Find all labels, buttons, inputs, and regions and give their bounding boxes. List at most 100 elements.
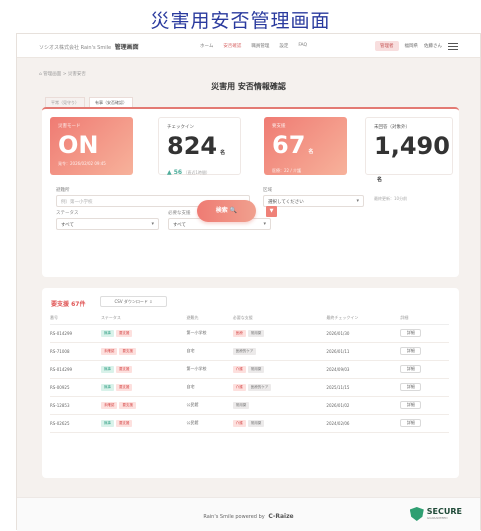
- footer: Rain's Smile powered by C-Raize SECURE G…: [17, 497, 480, 531]
- shelter-cell: 公民館: [186, 396, 233, 415]
- detail-button[interactable]: 詳細: [400, 347, 422, 355]
- kpi-unit: 名: [220, 150, 226, 156]
- unanswered-card: 未回答（対象外） 1,490 名 最終更新：10分前: [365, 117, 453, 201]
- status-badge: 要支援: [115, 383, 133, 391]
- table-row: RS-014299 無事 要支援 第一小学校 介護 常用薬 2024/09/03 詳…: [50, 360, 449, 379]
- last-checkin-cell: 2026/01/30: [326, 324, 401, 343]
- column-id[interactable]: 番号: [50, 313, 101, 325]
- admin-frame: ソシオス株式会社 Rain's Smile 管理画面 ホーム 安否確認 職員管理…: [16, 33, 481, 531]
- record-id: RS-71008: [50, 342, 101, 361]
- support-badge: 常用薬: [247, 329, 265, 337]
- support-needed-card: 要支援 67 名 医療：22 / 介護: [264, 117, 347, 175]
- record-id: RS-014299: [50, 324, 101, 343]
- shelter-cell: 公民館: [186, 414, 233, 433]
- filter-icon[interactable]: ▼: [266, 206, 277, 217]
- column-detail: 詳細: [400, 313, 449, 325]
- area-select[interactable]: 選択してください: [263, 195, 364, 207]
- checkin-card: チェックイン 824 名 ▲ 56 （直近1時間）: [158, 117, 241, 176]
- last-checkin-cell: 2025/11/15: [326, 378, 401, 397]
- detail-button[interactable]: 詳細: [400, 365, 422, 373]
- detail-button[interactable]: 詳細: [400, 401, 422, 409]
- nav-item-settings[interactable]: 設定: [279, 43, 288, 49]
- area-label: 区域: [263, 188, 272, 193]
- table-row: RS-014299 無事 要支援 第一小学校 医療 常用薬 2026/01/30 詳…: [50, 324, 449, 343]
- screen-caption: 災害用安否管理画面: [150, 10, 331, 32]
- secure-label: SECURE: [426, 507, 462, 516]
- footer-text: Rain's Smile powered by: [203, 514, 265, 520]
- support-badge: 医療的ケア: [232, 347, 257, 355]
- search-button[interactable]: 検索 🔍: [197, 200, 256, 222]
- support-badge: 介護: [232, 383, 246, 391]
- kpi-value: 67: [272, 131, 306, 159]
- status-select[interactable]: すべて: [56, 218, 159, 230]
- kpi-label: チェックイン: [167, 125, 194, 130]
- record-id: RS-00925: [50, 378, 101, 397]
- support-badge: 介護: [232, 365, 246, 373]
- brand-prefix: ソシオス株式会社 Rain's Smile: [39, 45, 112, 51]
- status-badge: 未確認: [100, 401, 118, 409]
- support-table: 番号 ステータス 避難先 必要な支援 最終チェックイン 詳細 RS-014299…: [50, 313, 449, 433]
- brand: ソシオス株式会社 Rain's Smile 管理画面: [39, 42, 139, 51]
- shelter-cell: 自宅: [186, 342, 233, 361]
- nav-item-home[interactable]: ホーム: [200, 43, 213, 49]
- support-label: 必要な支援: [168, 211, 191, 216]
- status-badge: 無事: [100, 365, 114, 373]
- support-badge: 医療的ケア: [247, 383, 272, 391]
- status-badge: 要支援: [115, 365, 133, 373]
- table-row: RS-12853 未確認 要支援 公民館 常用薬 2026/01/02 詳細: [50, 396, 449, 415]
- kpi-unit: 名: [308, 149, 314, 155]
- kpi-label: 要支援: [272, 124, 286, 129]
- nav-item-staff[interactable]: 職員管理: [251, 43, 269, 49]
- column-support[interactable]: 必要な支援: [232, 313, 327, 325]
- secure-badge: SECURE GUARANTEED: [409, 507, 462, 521]
- table-header-row: 番号 ステータス 避難先 必要な支援 最終チェックイン 詳細: [50, 313, 449, 325]
- status-badge: 要支援: [119, 401, 136, 409]
- record-id: RS-014299: [50, 360, 101, 379]
- detail-button[interactable]: 詳細: [400, 419, 422, 427]
- record-id: RS-02625: [50, 414, 101, 433]
- user-navigation: 管理者 福岡県 佐藤さん: [375, 41, 458, 51]
- shelter-cell: 自宅: [186, 378, 233, 397]
- support-badge: 常用薬: [232, 401, 250, 409]
- nav-item-faq[interactable]: FAQ: [298, 43, 307, 49]
- column-last-checkin[interactable]: 最終チェックイン: [326, 313, 401, 325]
- kpi-label: 未回答（対象外）: [374, 125, 410, 130]
- main-navigation: ホーム 安否確認 職員管理 設定 FAQ: [200, 43, 307, 49]
- kpi-subtext: 最終更新：10分前: [374, 196, 408, 201]
- footer-brand: C-Raize: [268, 513, 294, 520]
- breadcrumb: ⌂ 管理画面 > 災害安否: [39, 72, 86, 77]
- page-title: 災害用 安否情報確認: [211, 82, 286, 91]
- support-badge: 医療: [232, 329, 246, 337]
- menu-icon[interactable]: [448, 42, 458, 50]
- shelter-label: 避難所: [56, 188, 70, 193]
- last-checkin-cell: 2024/02/06: [326, 414, 401, 433]
- record-id: RS-12853: [50, 396, 101, 415]
- kpi-subtext: （直近1時間）: [183, 170, 210, 175]
- status-badge: 要支援: [115, 419, 133, 427]
- kpi-delta: ▲ 56: [167, 169, 183, 176]
- disaster-mode-card: 災害モード ON 発令：2026/02/02 09:45: [50, 117, 133, 175]
- shield-icon: [409, 507, 424, 521]
- last-checkin-cell: 2024/09/03: [326, 360, 401, 379]
- detail-button[interactable]: 詳細: [400, 329, 422, 337]
- shelter-cell: 第一小学校: [186, 360, 233, 379]
- column-status[interactable]: ステータス: [100, 313, 187, 325]
- support-list-card: 要支援 67件 CSV ダウンロード ⇩ 番号 ステータス 避難先 必要な支援 …: [42, 288, 459, 478]
- kpi-value: 824: [167, 132, 218, 160]
- column-shelter[interactable]: 避難先: [186, 313, 233, 325]
- kpi-label: 災害モード: [58, 124, 81, 129]
- secure-sublabel: GUARANTEED: [426, 516, 448, 520]
- role-pill[interactable]: 管理者: [375, 41, 399, 51]
- table-row: RS-71008 未確認 要支援 自宅 医療的ケア 2026/01/11 詳細: [50, 342, 449, 361]
- status-label: ステータス: [56, 211, 79, 216]
- user-label[interactable]: 佐藤さん: [424, 43, 442, 49]
- csv-download-button[interactable]: CSV ダウンロード ⇩: [100, 296, 167, 307]
- status-badge: 無事: [100, 329, 114, 337]
- status-badge: 無事: [100, 419, 114, 427]
- nav-item-safety-check[interactable]: 安否確認: [223, 43, 241, 49]
- support-badge: 常用薬: [247, 419, 265, 427]
- kpi-value: 1,490: [374, 132, 450, 160]
- kpi-unit: 名: [377, 177, 383, 183]
- detail-button[interactable]: 詳細: [400, 383, 422, 391]
- table-row: RS-02625 無事 要支援 公民館 介護 常用薬 2024/02/06 詳細: [50, 414, 449, 433]
